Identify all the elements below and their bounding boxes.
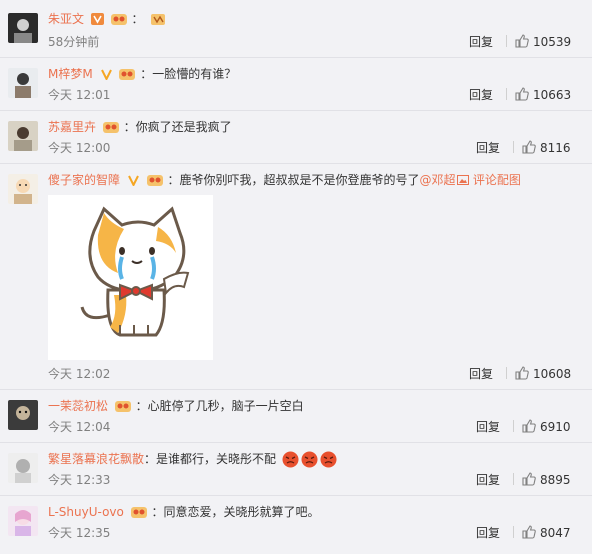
thumbs-up-icon <box>522 419 536 433</box>
reply-button[interactable]: 回复 <box>476 420 500 434</box>
comment-time: 今天 12:04 <box>48 420 111 434</box>
comment-item: 繁星落幕浪花飘散：是谁都行，关晓彤不配 今天 12:33 回复 8895 <box>0 442 592 496</box>
comment-time: 今天 12:00 <box>48 141 111 155</box>
crying-cat-sticker-icon <box>48 195 213 360</box>
comment-item: 朱亚文 ： 58分钟前 回复 10539 <box>0 0 592 58</box>
thumbs-up-icon <box>515 34 529 48</box>
like-count: 10539 <box>533 35 572 49</box>
verified-v-icon <box>90 13 104 25</box>
comment-item: L-ShuyU-ovo ：同意恋爱，关晓彤就算了吧。 今天 12:35 回复 8… <box>0 495 592 554</box>
angry-face-icon <box>282 451 299 468</box>
comment-time: 今天 12:35 <box>48 526 111 540</box>
thumbs-up-icon <box>515 366 529 380</box>
thumbs-up-icon <box>515 87 529 101</box>
like-button[interactable]: 6910 <box>513 419 571 435</box>
like-button[interactable]: 8895 <box>513 472 571 488</box>
like-count: 10663 <box>533 88 572 102</box>
fan-badge-icon <box>146 175 163 186</box>
comment-item: M梓梦M ：一脸懵的有谁？ 今天 12:01 回复 10663 <box>0 57 592 111</box>
reply-button[interactable]: 回复 <box>476 473 500 487</box>
like-button[interactable]: 8047 <box>513 525 571 541</box>
comment-text: ：同意恋爱，关晓彤就算了吧。 <box>151 505 320 519</box>
like-count: 8895 <box>540 473 571 487</box>
reply-button[interactable]: 回复 <box>476 141 500 155</box>
avatar[interactable] <box>8 400 38 430</box>
username[interactable]: M梓梦M <box>48 67 93 81</box>
comment-text: ：鹿爷你别吓我，超叔叔是不是你登鹿爷的号了 <box>167 173 420 187</box>
username[interactable]: 一茉蕊初松 <box>48 399 108 413</box>
comment-list: 朱亚文 ： 58分钟前 回复 10539 M梓梦M ：一脸懵的有谁？ 今天 12… <box>0 0 592 554</box>
comment-text: ：你疯了还是我疯了 <box>123 120 232 134</box>
like-button[interactable]: 10608 <box>506 366 571 382</box>
comment-time: 今天 12:02 <box>48 367 111 381</box>
username[interactable]: 傻子家的智障 <box>48 173 120 187</box>
mention-link[interactable]: @邓超 <box>420 173 456 187</box>
comment-image[interactable] <box>48 195 213 360</box>
like-count: 10608 <box>533 367 572 381</box>
username[interactable]: 繁星落幕浪花飘散 <box>48 452 144 466</box>
thumbs-up-icon <box>522 472 536 486</box>
comment-text: ：是谁都行，关晓彤不配 <box>144 452 277 466</box>
avatar[interactable] <box>8 13 38 43</box>
reply-button[interactable]: 回复 <box>476 526 500 540</box>
verified-v-icon <box>127 175 139 186</box>
reply-button[interactable]: 回复 <box>469 35 493 49</box>
avatar[interactable] <box>8 174 38 204</box>
fan-badge-icon <box>119 69 136 80</box>
like-count: 8047 <box>540 526 571 540</box>
comment-time: 58分钟前 <box>48 35 100 49</box>
comment-text: ：心脏停了几秒，脑子一片空白 <box>135 399 304 413</box>
like-count: 8116 <box>540 141 571 155</box>
fan-badge-icon <box>102 122 119 133</box>
comment-time: 今天 12:01 <box>48 88 111 102</box>
sticker-emoji-icon <box>151 14 166 25</box>
thumbs-up-icon <box>522 140 536 154</box>
like-button[interactable]: 10663 <box>506 87 571 103</box>
like-button[interactable]: 8116 <box>513 140 571 156</box>
fan-badge-icon <box>114 401 131 412</box>
like-button[interactable]: 10539 <box>506 34 571 50</box>
comment-item: 傻子家的智障 ：鹿爷你别吓我，超叔叔是不是你登鹿爷的号了@邓超 评论配图 今天 … <box>0 163 592 390</box>
comment-time: 今天 12:33 <box>48 473 111 487</box>
reply-button[interactable]: 回复 <box>469 367 493 381</box>
comment-item: 苏嘉里卉 ：你疯了还是我疯了 今天 12:00 回复 8116 <box>0 110 592 164</box>
username[interactable]: 苏嘉里卉 <box>48 120 96 134</box>
angry-face-icon <box>320 451 337 468</box>
comment-item: 一茉蕊初松 ：心脏停了几秒，脑子一片空白 今天 12:04 回复 6910 <box>0 389 592 443</box>
avatar[interactable] <box>8 453 38 483</box>
fan-badge-icon <box>130 507 147 518</box>
avatar[interactable] <box>8 68 38 98</box>
comment-text: ： <box>131 12 144 26</box>
reply-button[interactable]: 回复 <box>469 88 493 102</box>
username[interactable]: L-ShuyU-ovo <box>48 505 124 519</box>
comment-text: ：一脸懵的有谁？ <box>140 67 237 81</box>
view-comment-image-link[interactable]: 评论配图 <box>457 172 521 188</box>
verified-v-icon <box>100 69 112 80</box>
like-count: 6910 <box>540 420 571 434</box>
avatar[interactable] <box>8 121 38 151</box>
image-icon <box>457 175 469 185</box>
fan-badge-icon <box>110 14 127 25</box>
username[interactable]: 朱亚文 <box>48 12 84 26</box>
thumbs-up-icon <box>522 525 536 539</box>
avatar[interactable] <box>8 506 38 536</box>
angry-face-icon <box>301 451 318 468</box>
